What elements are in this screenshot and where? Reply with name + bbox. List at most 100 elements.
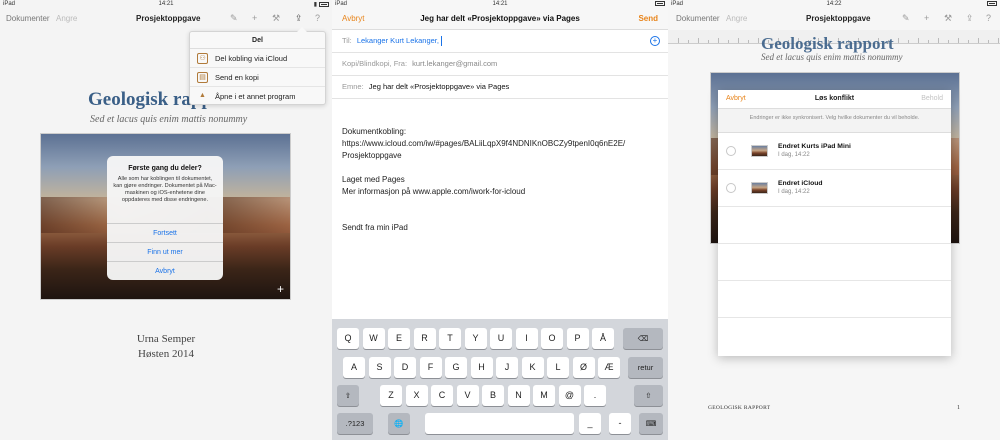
share-link-icloud-item[interactable]: ⚇ Del kobling via iCloud [190, 49, 325, 68]
key-e[interactable]: E [388, 328, 410, 349]
option-title: Endret iCloud [778, 180, 823, 187]
format-brush-icon[interactable]: ✎ [230, 13, 238, 24]
ruler-tick [688, 40, 689, 43]
key-l[interactable]: L [547, 357, 569, 378]
ruler-tick [938, 38, 939, 43]
key-row3-3[interactable]: V [456, 385, 479, 406]
space-bar[interactable] [425, 413, 574, 434]
key-f[interactable]: F [419, 357, 442, 378]
add-icon[interactable]: + [924, 13, 929, 23]
key-q[interactable]: Q [337, 328, 359, 349]
radio-button[interactable] [726, 183, 736, 193]
key-s[interactable]: S [368, 357, 391, 378]
dialog-title: Løs konflikt [814, 95, 855, 102]
subject-field[interactable]: Emne: Jeg har delt «Prosjektoppgave» via… [332, 76, 668, 99]
ruler-tick [698, 38, 699, 43]
help-icon[interactable]: ? [986, 13, 991, 23]
key-a[interactable]: A [343, 357, 365, 378]
underscore-key[interactable]: _ [579, 413, 601, 434]
document-title: Prosjektoppgave [806, 14, 871, 23]
dash-key[interactable]: - [609, 413, 631, 434]
tools-wrench-icon[interactable]: ⚒ [272, 13, 280, 24]
key-w[interactable]: W [362, 328, 385, 349]
key-å[interactable]: Å [592, 328, 614, 349]
conflict-option-icloud[interactable]: Endret iCloud I dag, 14:22 [718, 170, 951, 207]
key-r[interactable]: R [413, 328, 436, 349]
key-j[interactable]: J [496, 357, 518, 378]
conflict-option-ipad[interactable]: Endret Kurts iPad Mini I dag, 14:22 [718, 133, 951, 170]
key-row3-2[interactable]: C [431, 385, 453, 406]
key-row3-5[interactable]: N [507, 385, 530, 406]
resolve-conflict-dialog: Avbryt Løs konflikt Behold Endringer er … [718, 90, 951, 356]
globe-icon[interactable]: 🌐 [388, 413, 410, 434]
key-p[interactable]: P [566, 328, 589, 349]
hide-keyboard-icon[interactable]: ⌨ [639, 413, 663, 434]
subject-label: Emne: [342, 82, 364, 91]
document-heading: Geologisk rapport [761, 34, 894, 53]
shift-icon[interactable]: ⇧ [337, 385, 359, 406]
link-url[interactable]: https://www.icloud.com/iw/#pages/BALiiLq… [342, 138, 662, 150]
documents-button[interactable]: Dokumenter [676, 14, 720, 23]
key-row3-4[interactable]: B [482, 385, 504, 406]
key-row3-1[interactable]: X [405, 385, 428, 406]
shift-icon[interactable]: ⇧ [634, 385, 663, 406]
status-time: 14:22 [826, 1, 842, 7]
photo-add-icon[interactable]: + [277, 282, 284, 296]
status-bar: iPad 14:22 [668, 0, 1000, 10]
add-icon[interactable]: + [252, 13, 257, 23]
link-doc[interactable]: Prosjektoppgave [342, 150, 662, 162]
key-t[interactable]: T [439, 328, 461, 349]
cc-label: Kopi/Blindkopi, Fra: [342, 59, 408, 68]
key-row3-7[interactable]: @ [558, 385, 581, 406]
ruler-tick [978, 38, 979, 43]
return-key[interactable]: retur [628, 357, 663, 378]
radio-button[interactable] [726, 146, 736, 156]
key-u[interactable]: U [490, 328, 512, 349]
numbers-key[interactable]: .?123 [337, 413, 373, 434]
ruler-tick [758, 38, 759, 43]
format-brush-icon[interactable]: ✎ [902, 13, 910, 24]
send-copy-item[interactable]: ▤ Send en kopi [190, 68, 325, 87]
help-icon[interactable]: ? [315, 13, 320, 23]
menu-item-label: Del kobling via iCloud [215, 54, 288, 63]
key-k[interactable]: K [521, 357, 544, 378]
continue-button[interactable]: Fortsett [107, 223, 223, 242]
tools-wrench-icon[interactable]: ⚒ [944, 13, 952, 24]
key-y[interactable]: Y [464, 328, 487, 349]
undo-button[interactable]: Angre [726, 14, 747, 23]
empty-row [718, 244, 951, 281]
mail-body[interactable]: Dokumentkobling: https://www.icloud.com/… [342, 126, 662, 234]
add-contact-icon[interactable]: + [650, 36, 660, 46]
mail-send-button[interactable]: Send [638, 14, 658, 23]
cc-from-field[interactable]: Kopi/Blindkopi, Fra: kurt.lekanger@gmail… [332, 53, 668, 76]
key-row3-6[interactable]: M [533, 385, 555, 406]
key-row3-0[interactable]: Z [380, 385, 402, 406]
key-row3-8[interactable]: . [584, 385, 606, 406]
to-field[interactable]: Til: Lekanger Kurt Lekanger, + [332, 30, 668, 53]
undo-button[interactable]: Angre [56, 14, 77, 23]
ruler-tick [678, 38, 679, 43]
key-i[interactable]: I [515, 328, 538, 349]
status-time: 14:21 [158, 1, 174, 7]
alert-title: Første gang du deler? [128, 165, 202, 172]
popover-header: Del [190, 32, 325, 49]
documents-button[interactable]: Dokumenter [6, 14, 50, 23]
pages-toolbar: Dokumenter Angre Prosjektoppgave ✎ + ⚒ ⇪… [668, 10, 1000, 30]
key-o[interactable]: O [541, 328, 563, 349]
keep-button[interactable]: Behold [921, 95, 943, 102]
empty-row [718, 281, 951, 318]
open-in-item[interactable]: ▲ Åpne i et annet program [190, 87, 325, 106]
key-d[interactable]: D [394, 357, 416, 378]
key-g[interactable]: G [445, 357, 467, 378]
key-æ[interactable]: Æ [598, 357, 620, 378]
key-ø[interactable]: Ø [572, 357, 595, 378]
learn-more-button[interactable]: Finn ut mer [107, 242, 223, 261]
backspace-icon[interactable]: ⌫ [623, 328, 663, 349]
key-h[interactable]: H [470, 357, 493, 378]
cancel-button[interactable]: Avbryt [107, 261, 223, 280]
subject-value[interactable]: Jeg har delt «Prosjektoppgave» via Pages [369, 82, 510, 91]
share-icon[interactable]: ⇪ [966, 13, 974, 24]
share-icon[interactable]: ⇪ [295, 13, 303, 24]
ruler-tick [948, 40, 949, 43]
to-recipient[interactable]: Lekanger Kurt Lekanger, [357, 36, 439, 45]
